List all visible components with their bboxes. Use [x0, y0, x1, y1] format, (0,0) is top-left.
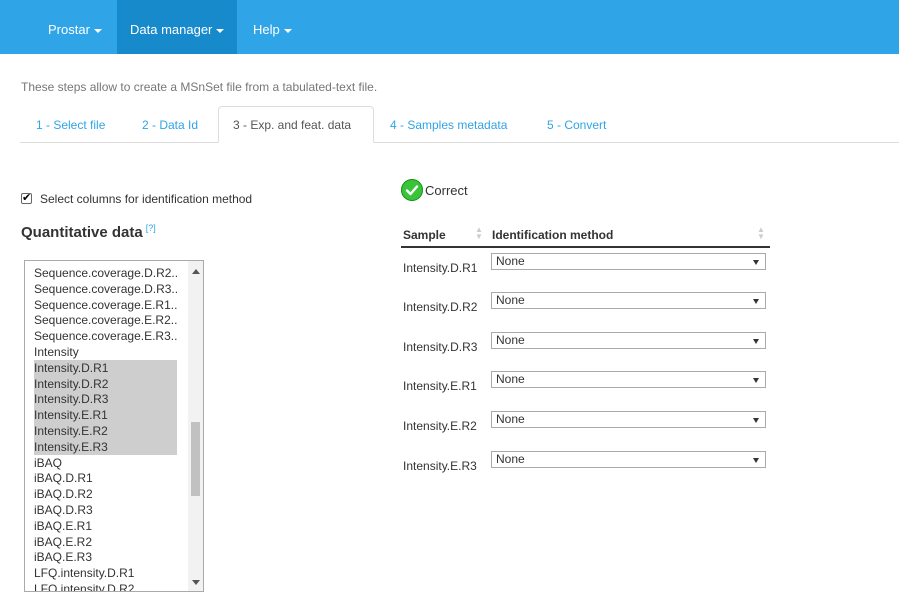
listbox-option[interactable]: iBAQ.D.R2	[34, 486, 177, 502]
sort-icon[interactable]: ▲ ▼	[757, 226, 765, 241]
tab-samples-metadata[interactable]: 4 - Samples metadata	[390, 107, 507, 142]
dropdown-arrow-icon	[753, 299, 759, 304]
sample-name: Intensity.E.R3	[403, 459, 477, 473]
quantitative-data-title-text: Quantitative data	[21, 224, 143, 241]
tab-convert[interactable]: 5 - Convert	[547, 107, 606, 142]
tab-select-file[interactable]: 1 - Select file	[36, 107, 105, 142]
caret-down-icon	[93, 28, 102, 33]
quantitative-data-listbox[interactable]: Sequence.coverage.D.R2... Sequence.covera…	[24, 260, 204, 592]
dropdown-arrow-icon	[753, 339, 759, 344]
listbox-option[interactable]: Sequence.coverage.E.R1...	[34, 297, 177, 313]
scroll-up-icon[interactable]	[192, 269, 200, 274]
intro-text: These steps allow to create a MSnSet fil…	[21, 80, 378, 94]
top-navbar: Prostar Data manager Help	[0, 0, 899, 54]
listbox-option[interactable]: iBAQ	[34, 455, 177, 471]
quantitative-data-title: Quantitative data [?]	[21, 223, 156, 241]
dropdown-arrow-icon	[753, 378, 759, 383]
nav-data-manager[interactable]: Data manager	[117, 0, 238, 54]
scrollbar-thumb[interactable]	[191, 422, 200, 496]
caret-down-icon	[283, 28, 292, 33]
sort-icon[interactable]: ▲ ▼	[475, 226, 483, 241]
listbox-option[interactable]: iBAQ.E.R2	[34, 534, 177, 550]
identification-method-select[interactable]: None	[491, 451, 766, 468]
listbox-option[interactable]: LFQ.intensity.D.R1	[34, 565, 177, 581]
listbox-option[interactable]: iBAQ.E.R3	[34, 549, 177, 565]
sample-name: Intensity.D.R2	[403, 300, 478, 314]
listbox-option[interactable]: Intensity.E.R3	[34, 438, 177, 455]
sample-name: Intensity.E.R1	[403, 379, 477, 393]
identification-method-select[interactable]: None	[491, 371, 766, 388]
listbox-option[interactable]: iBAQ.E.R1	[34, 518, 177, 534]
status-text: Correct	[425, 183, 468, 198]
identification-checkbox-label: Select columns for identification method	[40, 192, 253, 206]
sample-name: Intensity.E.R2	[403, 419, 477, 433]
listbox-option[interactable]: Intensity.E.R2	[34, 423, 177, 439]
listbox-option[interactable]: Sequence.coverage.E.R2...	[34, 312, 177, 328]
identification-method-select[interactable]: None	[491, 253, 766, 270]
column-header-sample[interactable]: Sample	[403, 228, 446, 242]
select-value: None	[496, 372, 525, 386]
listbox-option[interactable]: Sequence.coverage.D.R3...	[34, 281, 177, 297]
select-value: None	[496, 293, 525, 307]
tabs-divider	[20, 142, 899, 143]
sample-name: Intensity.D.R1	[403, 261, 478, 275]
listbox-option[interactable]: Intensity.D.R1	[34, 359, 177, 376]
dropdown-arrow-icon	[753, 418, 759, 423]
nav-help-label: Help	[253, 22, 280, 37]
caret-down-icon	[216, 28, 225, 33]
nav-help[interactable]: Help	[240, 0, 305, 54]
listbox-option[interactable]: Intensity	[34, 344, 177, 360]
sample-name: Intensity.D.R3	[403, 340, 478, 354]
nav-data-manager-label: Data manager	[130, 22, 213, 37]
tab-data-id[interactable]: 2 - Data Id	[142, 107, 198, 142]
column-header-identification-method[interactable]: Identification method	[492, 228, 613, 242]
listbox-option[interactable]: Sequence.coverage.E.R3...	[34, 328, 177, 344]
identification-checkbox[interactable]: ✔	[21, 193, 32, 204]
listbox-option[interactable]: LFQ.intensity.D.R2	[34, 581, 177, 591]
listbox-option[interactable]: iBAQ.D.R1	[34, 470, 177, 486]
select-value: None	[496, 412, 525, 426]
scroll-down-icon[interactable]	[192, 580, 200, 585]
select-value: None	[496, 452, 525, 466]
nav-prostar[interactable]: Prostar	[35, 0, 115, 54]
listbox-option[interactable]: Sequence.coverage.D.R2...	[34, 265, 177, 281]
identification-method-select[interactable]: None	[491, 332, 766, 349]
listbox-option[interactable]: Intensity.D.R3	[34, 391, 177, 408]
dropdown-arrow-icon	[753, 260, 759, 265]
check-circle-icon	[401, 179, 423, 201]
identification-method-select[interactable]: None	[491, 411, 766, 428]
tab-exp-feat-data[interactable]: 3 - Exp. and feat. data	[218, 106, 374, 143]
listbox-option[interactable]: Intensity.D.R2	[34, 375, 177, 392]
table-header-divider	[401, 246, 770, 248]
listbox-option[interactable]: Intensity.E.R1	[34, 407, 177, 424]
help-link[interactable]: [?]	[146, 223, 156, 233]
nav-prostar-label: Prostar	[48, 22, 90, 37]
listbox-option[interactable]: iBAQ.D.R3	[34, 502, 177, 518]
identification-method-select[interactable]: None	[491, 292, 766, 309]
select-value: None	[496, 333, 525, 347]
dropdown-arrow-icon	[753, 458, 759, 463]
listbox-scrollbar[interactable]	[188, 261, 203, 591]
select-value: None	[496, 254, 525, 268]
